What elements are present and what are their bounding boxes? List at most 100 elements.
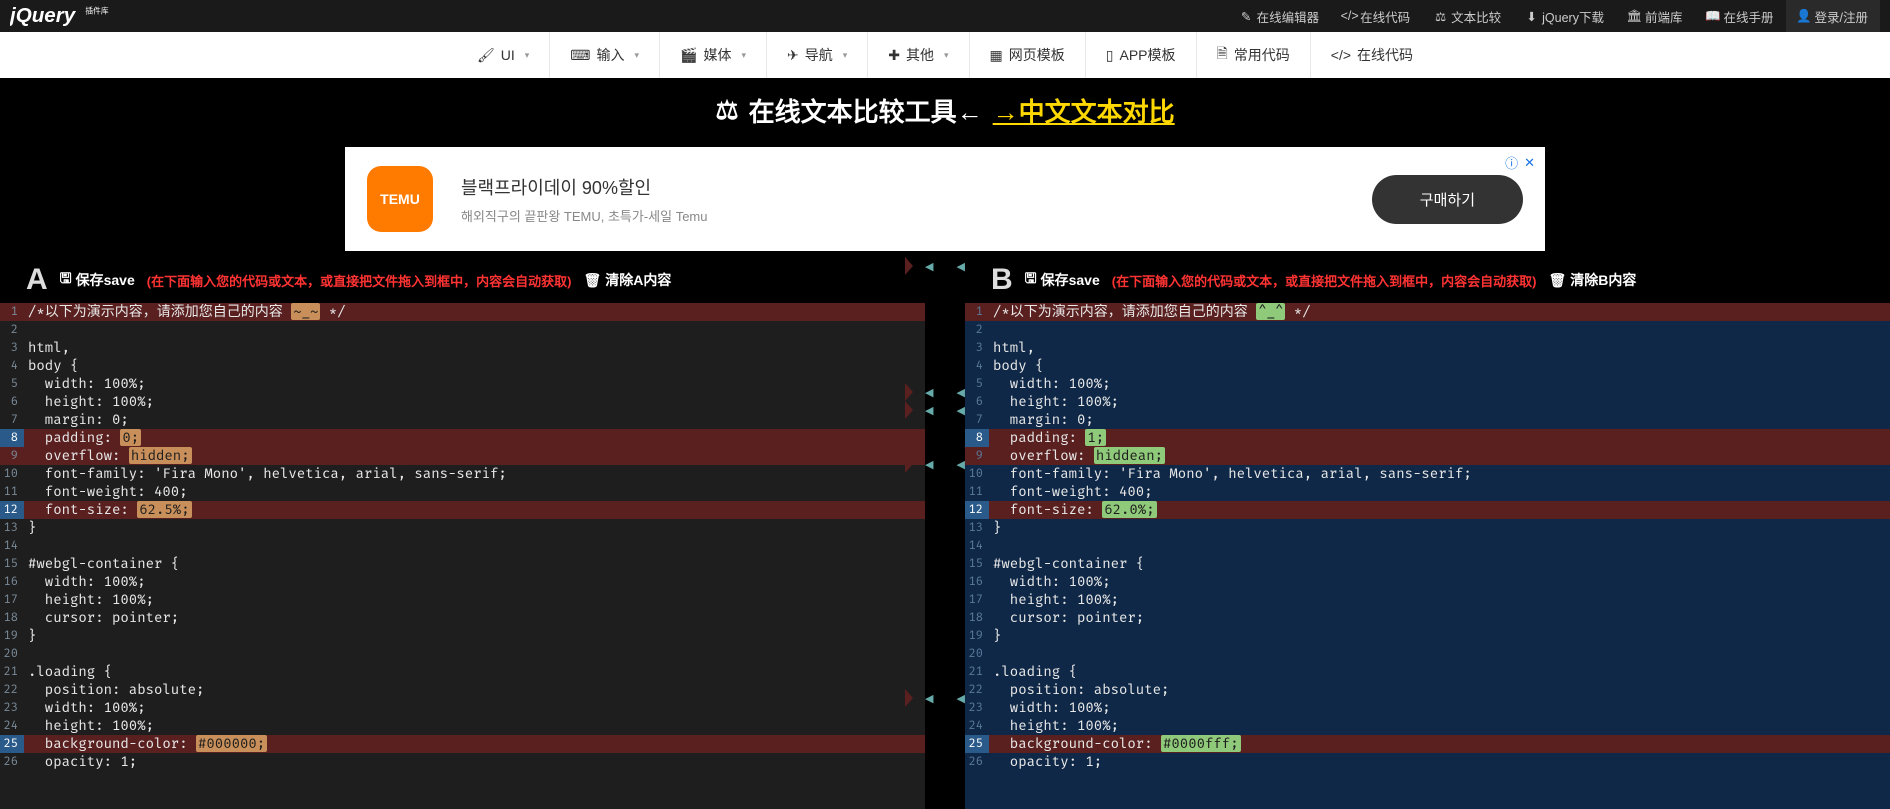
- code-line[interactable]: 24 height: 100%;: [0, 717, 925, 735]
- code-line[interactable]: 22 position: absolute;: [0, 681, 925, 699]
- code-line[interactable]: 15#webgl-container {: [0, 555, 925, 573]
- code-line[interactable]: 21.loading {: [965, 663, 1890, 681]
- code-text: html,: [24, 339, 70, 357]
- line-number: 19: [965, 627, 989, 645]
- code-line[interactable]: 20: [0, 645, 925, 663]
- ad-info[interactable]: ⓘ✕: [1505, 153, 1535, 172]
- nav-frontend[interactable]: 🏛前端库: [1616, 0, 1695, 32]
- code-line[interactable]: 18 cursor: pointer;: [0, 609, 925, 627]
- code-line[interactable]: 2: [965, 321, 1890, 339]
- menu-other[interactable]: ✚其他▾: [868, 32, 969, 78]
- code-line[interactable]: 3html,: [0, 339, 925, 357]
- line-number: 21: [0, 663, 24, 681]
- line-number: 26: [0, 753, 24, 771]
- code-line[interactable]: 15#webgl-container {: [965, 555, 1890, 573]
- nav-editor[interactable]: ✎在线编辑器: [1228, 0, 1332, 32]
- menu-web-template[interactable]: ▦网页模板: [970, 32, 1086, 78]
- code-line[interactable]: 16 width: 100%;: [0, 573, 925, 591]
- code-line[interactable]: 1/*以下为演示内容，请添加您自己的内容 ~_~ */: [0, 303, 925, 321]
- menu-nav[interactable]: ✈导航▾: [767, 32, 868, 78]
- clear-b-button[interactable]: 🗑清除B内容: [1548, 270, 1636, 290]
- code-line[interactable]: 2: [0, 321, 925, 339]
- code-line[interactable]: 8 padding: 0;: [0, 429, 925, 447]
- code-line[interactable]: 14: [965, 537, 1890, 555]
- menu-media[interactable]: 🎬媒体▾: [660, 32, 767, 78]
- code-line[interactable]: 1/*以下为演示内容，请添加您自己的内容 ^_^ */: [965, 303, 1890, 321]
- code-line[interactable]: 26 opacity: 1;: [0, 753, 925, 771]
- code-line[interactable]: 9 overflow: hiddean;: [965, 447, 1890, 465]
- code-line[interactable]: 22 position: absolute;: [965, 681, 1890, 699]
- menu-input[interactable]: ⌨输入▾: [550, 32, 660, 78]
- diff-connector-mark[interactable]: ◀◀: [925, 689, 965, 707]
- ad-cta-button[interactable]: 구매하기: [1372, 175, 1523, 224]
- code-line[interactable]: 16 width: 100%;: [965, 573, 1890, 591]
- code-line[interactable]: 3html,: [965, 339, 1890, 357]
- code-line[interactable]: 9 overflow: hidden;: [0, 447, 925, 465]
- code-text: /*以下为演示内容，请添加您自己的内容 ^_^ */: [989, 303, 1311, 321]
- code-line[interactable]: 11 font-weight: 400;: [965, 483, 1890, 501]
- diff-connector-mark[interactable]: ◀◀: [925, 257, 965, 275]
- code-line[interactable]: 11 font-weight: 400;: [0, 483, 925, 501]
- diff-connector-mark[interactable]: ◀◀: [925, 401, 965, 419]
- code-line[interactable]: 10 font-family: 'Fira Mono', helvetica, …: [0, 465, 925, 483]
- line-number: 2: [965, 321, 989, 339]
- code-line[interactable]: 26 opacity: 1;: [965, 753, 1890, 771]
- logo[interactable]: jQuery插件库: [10, 2, 130, 30]
- code-line[interactable]: 5 width: 100%;: [965, 375, 1890, 393]
- menu-ui[interactable]: 🖌UI▾: [457, 32, 550, 78]
- chevron-down-icon: ▾: [944, 50, 949, 61]
- diff-connector-mark[interactable]: ◀◀: [925, 383, 965, 401]
- code-line[interactable]: 4body {: [965, 357, 1890, 375]
- code-line[interactable]: 14: [0, 537, 925, 555]
- nav-manual[interactable]: 📖在线手册: [1695, 0, 1786, 32]
- line-number: 17: [0, 591, 24, 609]
- chevron-down-icon: ▾: [525, 50, 530, 61]
- code-line[interactable]: 5 width: 100%;: [0, 375, 925, 393]
- code-line[interactable]: 23 width: 100%;: [965, 699, 1890, 717]
- menu-online-code[interactable]: </>在线代码: [1311, 32, 1433, 78]
- code-line[interactable]: 4body {: [0, 357, 925, 375]
- code-line[interactable]: 6 height: 100%;: [965, 393, 1890, 411]
- title-link[interactable]: →中文文本对比: [993, 92, 1175, 129]
- code-line[interactable]: 25 background-color: #000000;: [0, 735, 925, 753]
- save-b-button[interactable]: 🖫保存save: [1025, 268, 1100, 292]
- snippet-icon: 🗎: [1217, 43, 1228, 67]
- code-line[interactable]: 17 height: 100%;: [0, 591, 925, 609]
- code-line[interactable]: 23 width: 100%;: [0, 699, 925, 717]
- code-line[interactable]: 20: [965, 645, 1890, 663]
- line-number: 12: [0, 501, 24, 519]
- code-line[interactable]: 25 background-color: #0000fff;: [965, 735, 1890, 753]
- code-line[interactable]: 24 height: 100%;: [965, 717, 1890, 735]
- nav-login[interactable]: 👤登录/注册: [1786, 0, 1880, 32]
- clear-a-button[interactable]: 🗑清除A内容: [583, 270, 671, 290]
- code-line[interactable]: 7 margin: 0;: [965, 411, 1890, 429]
- code-line[interactable]: 7 margin: 0;: [0, 411, 925, 429]
- code-line[interactable]: 12 font-size: 62.0%;: [965, 501, 1890, 519]
- line-number: 5: [965, 375, 989, 393]
- editor-a[interactable]: 1/*以下为演示内容，请添加您自己的内容 ~_~ */23html,4body …: [0, 303, 925, 809]
- line-number: 23: [965, 699, 989, 717]
- code-line[interactable]: 6 height: 100%;: [0, 393, 925, 411]
- line-number: 19: [0, 627, 24, 645]
- code-line[interactable]: 19}: [0, 627, 925, 645]
- code-line[interactable]: 8 padding: 1;: [965, 429, 1890, 447]
- editor-b[interactable]: 1/*以下为演示内容，请添加您自己的内容 ^_^ */23html,4body …: [965, 303, 1890, 809]
- svg-text:jQuery: jQuery: [10, 4, 77, 27]
- code-line[interactable]: 13}: [965, 519, 1890, 537]
- code-line[interactable]: 21.loading {: [0, 663, 925, 681]
- menu-app-template[interactable]: ▯APP模板: [1086, 32, 1197, 78]
- ad-banner[interactable]: ⓘ✕ TEMU 블랙프라이데이 90%할인 해외직구의 끝판왕 TEMU, 초특…: [345, 147, 1545, 251]
- nav-download[interactable]: ⬇jQuery下载: [1513, 0, 1616, 32]
- diff-connector-mark[interactable]: ◀◀: [925, 455, 965, 473]
- code-line[interactable]: 18 cursor: pointer;: [965, 609, 1890, 627]
- save-a-button[interactable]: 🖫保存save: [60, 268, 135, 292]
- code-line[interactable]: 13}: [0, 519, 925, 537]
- nav-code[interactable]: </>在线代码: [1331, 0, 1422, 32]
- line-number: 21: [965, 663, 989, 681]
- nav-diff[interactable]: ⚖文本比较: [1422, 0, 1513, 32]
- code-line[interactable]: 17 height: 100%;: [965, 591, 1890, 609]
- code-line[interactable]: 10 font-family: 'Fira Mono', helvetica, …: [965, 465, 1890, 483]
- menu-common-code[interactable]: 🗎常用代码: [1197, 32, 1311, 78]
- code-line[interactable]: 12 font-size: 62.5%;: [0, 501, 925, 519]
- code-line[interactable]: 19}: [965, 627, 1890, 645]
